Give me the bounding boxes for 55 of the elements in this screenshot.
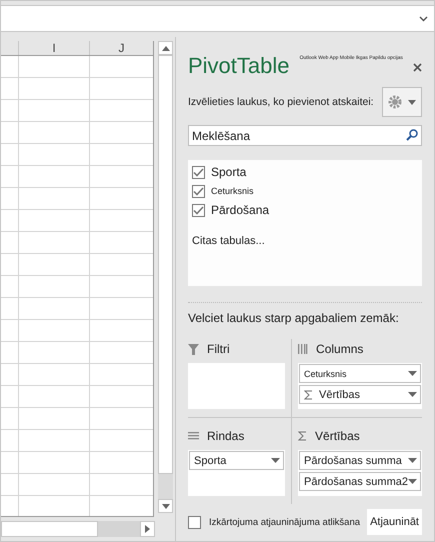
chevron-down-icon[interactable] — [419, 16, 428, 22]
pane-title: PivotTable — [188, 53, 290, 79]
area-field-item[interactable]: Ceturksnis — [299, 364, 421, 383]
area-field-item[interactable]: Pārdošanas summa — [299, 451, 421, 470]
item-label: Ceturksnis — [304, 368, 347, 378]
defer-label: Izkārtojuma atjauninājuma atlikšana — [209, 516, 360, 528]
area-drop-zone[interactable]: Pārdošanas summa Pārdošanas summa2 — [298, 450, 422, 496]
area-drop-zone[interactable]: Sporta — [188, 450, 286, 496]
field-checkbox[interactable] — [192, 166, 205, 178]
area-title: Columns — [316, 342, 364, 356]
column-header[interactable]: I — [19, 41, 90, 55]
defer-checkbox[interactable] — [188, 516, 201, 528]
scroll-down-arrow-icon[interactable] — [162, 504, 170, 508]
arrow-icon — [145, 525, 150, 533]
more-tables-link[interactable]: Citas tabulas... — [192, 235, 418, 247]
column-header[interactable]: J — [90, 41, 153, 55]
area-title: Rindas — [207, 429, 244, 443]
drag-instruction: Velciet laukus starp apgabaliem zemāk: — [188, 311, 400, 325]
close-icon[interactable] — [412, 63, 422, 72]
area-field-item[interactable]: Vērtības — [299, 385, 421, 404]
search-icon[interactable] — [406, 129, 418, 141]
search-field[interactable]: Meklēšana — [188, 125, 422, 146]
settings-button[interactable] — [382, 87, 422, 117]
item-label: Vērtības — [319, 388, 360, 400]
area-title: Vērtības — [315, 429, 360, 443]
dropdown-arrow-icon[interactable] — [408, 371, 417, 376]
dropdown-arrow-icon[interactable] — [408, 100, 416, 104]
field-checkbox[interactable] — [192, 204, 205, 216]
dropdown-arrow-icon[interactable] — [408, 458, 417, 463]
scroll-right-button[interactable] — [140, 521, 155, 537]
field-label[interactable]: Ceturksnis — [211, 186, 254, 196]
area-field-item[interactable]: Sporta — [189, 451, 284, 470]
field-label[interactable]: Sporta — [211, 165, 246, 179]
area-title: Filtri — [207, 342, 230, 356]
sigma-icon — [304, 390, 314, 400]
area-field-item[interactable]: Pārdošanas summa2 — [299, 472, 421, 491]
update-button[interactable]: Atjaunināt — [367, 509, 422, 535]
scroll-up-arrow-icon[interactable] — [162, 46, 170, 50]
field-label[interactable]: Pārdošana — [211, 203, 270, 217]
item-label: Sporta — [194, 454, 226, 466]
item-label: Pārdošanas summa2 — [304, 476, 408, 488]
choose-fields-label: Izvēlieties laukus, ko pievienot atskaitei: — [188, 96, 374, 108]
dropdown-arrow-icon[interactable] — [271, 458, 280, 463]
scrollbar-thumb[interactable] — [1, 521, 98, 537]
item-label: Pārdošanas summa — [304, 454, 402, 466]
sigma-icon — [298, 431, 308, 441]
rows-icon — [188, 432, 199, 440]
gear-icon[interactable] — [388, 95, 402, 109]
area-drop-zone[interactable]: Ceturksnis Vērtības — [298, 363, 422, 409]
filter-icon — [188, 344, 199, 354]
dropdown-arrow-icon[interactable] — [408, 479, 417, 484]
dropdown-arrow-icon[interactable] — [408, 392, 417, 397]
columns-icon — [298, 344, 308, 354]
field-checkbox[interactable] — [192, 184, 205, 198]
spreadsheet-grid[interactable]: I J — [1, 41, 154, 517]
